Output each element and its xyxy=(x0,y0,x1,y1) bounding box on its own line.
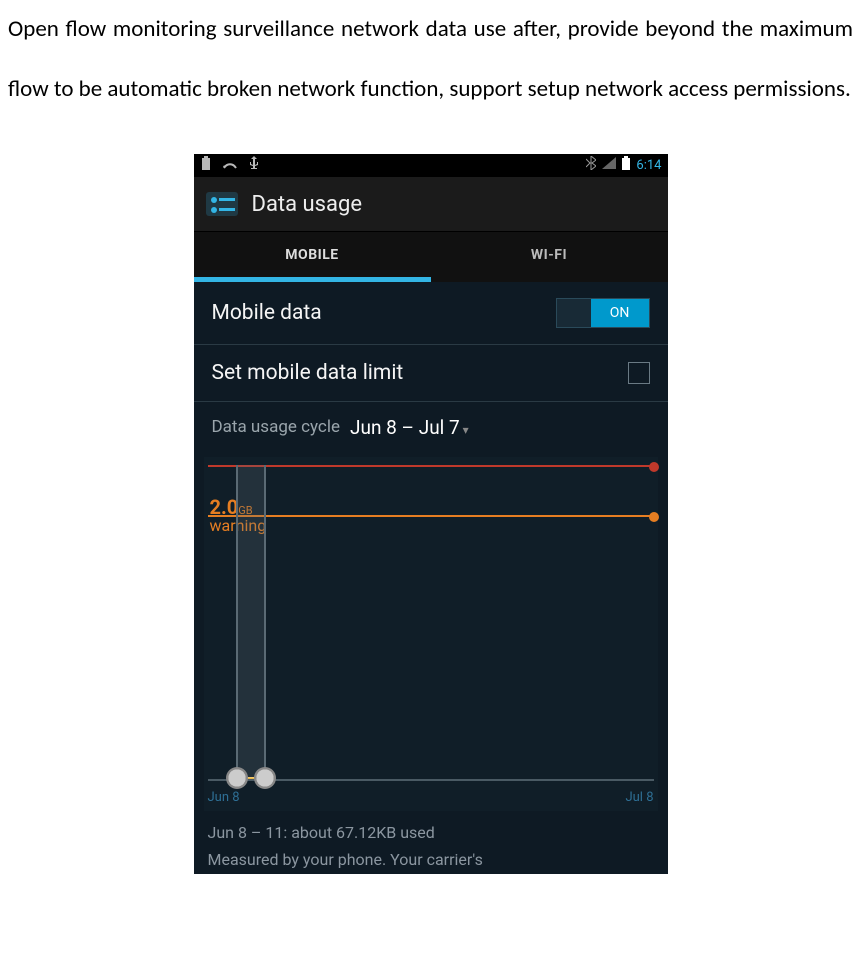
measured-line: Measured by your phone. Your carrier's xyxy=(208,850,483,869)
mobile-data-toggle[interactable]: ON xyxy=(556,298,650,328)
battery-icon xyxy=(622,156,630,174)
warning-handle[interactable] xyxy=(649,512,659,522)
clock-time: 6:14 xyxy=(636,158,661,173)
mobile-data-label: Mobile data xyxy=(212,301,322,325)
cycle-dropdown[interactable]: Jun 8 – Jul 7 xyxy=(350,416,469,439)
missed-call-icon xyxy=(222,156,238,174)
selection-handle-left[interactable] xyxy=(226,767,248,789)
set-limit-label: Set mobile data limit xyxy=(212,361,404,385)
selection-line-left xyxy=(236,465,238,782)
tab-mobile[interactable]: MOBILE xyxy=(194,232,431,281)
set-limit-checkbox[interactable] xyxy=(628,362,650,384)
action-bar: Data usage xyxy=(194,177,668,232)
cycle-row: Data usage cycle Jun 8 – Jul 7 xyxy=(194,402,668,449)
cycle-label: Data usage cycle xyxy=(212,417,340,437)
set-limit-row[interactable]: Set mobile data limit xyxy=(194,345,668,402)
android-screenshot: 6:14 Data usage MOBILE WI-FI Mobile data xyxy=(194,154,668,874)
usage-chart[interactable]: 2.0GB warning Jun 8 Jul 8 xyxy=(204,457,658,812)
axis-label-left: Jun 8 xyxy=(208,790,240,805)
selection-handle-right[interactable] xyxy=(254,767,276,789)
limit-handle[interactable] xyxy=(649,462,659,472)
tab-wifi[interactable]: WI-FI xyxy=(431,232,668,281)
tabs: MOBILE WI-FI xyxy=(194,232,668,281)
footer-text: Jun 8 – 11: about 67.12KB used Measured … xyxy=(194,811,668,873)
signal-icon xyxy=(602,157,616,173)
selection-line-right xyxy=(264,465,266,782)
limit-line[interactable] xyxy=(208,465,654,467)
bluetooth-icon xyxy=(586,156,596,174)
warning-line[interactable] xyxy=(208,515,654,517)
toggle-on-label: ON xyxy=(591,299,649,327)
status-bar: 6:14 xyxy=(194,154,668,178)
selection-area xyxy=(238,465,264,782)
axis-label-right: Jul 8 xyxy=(625,790,653,805)
document-paragraph: Open flow monitoring surveillance networ… xyxy=(0,0,861,144)
screen-title: Data usage xyxy=(252,192,363,217)
data-usage-icon xyxy=(204,186,240,222)
usb-icon xyxy=(248,156,260,174)
mobile-data-row: Mobile data ON xyxy=(194,282,668,345)
battery-status-icon xyxy=(200,156,212,174)
usage-summary-line: Jun 8 – 11: about 67.12KB used xyxy=(208,823,435,842)
